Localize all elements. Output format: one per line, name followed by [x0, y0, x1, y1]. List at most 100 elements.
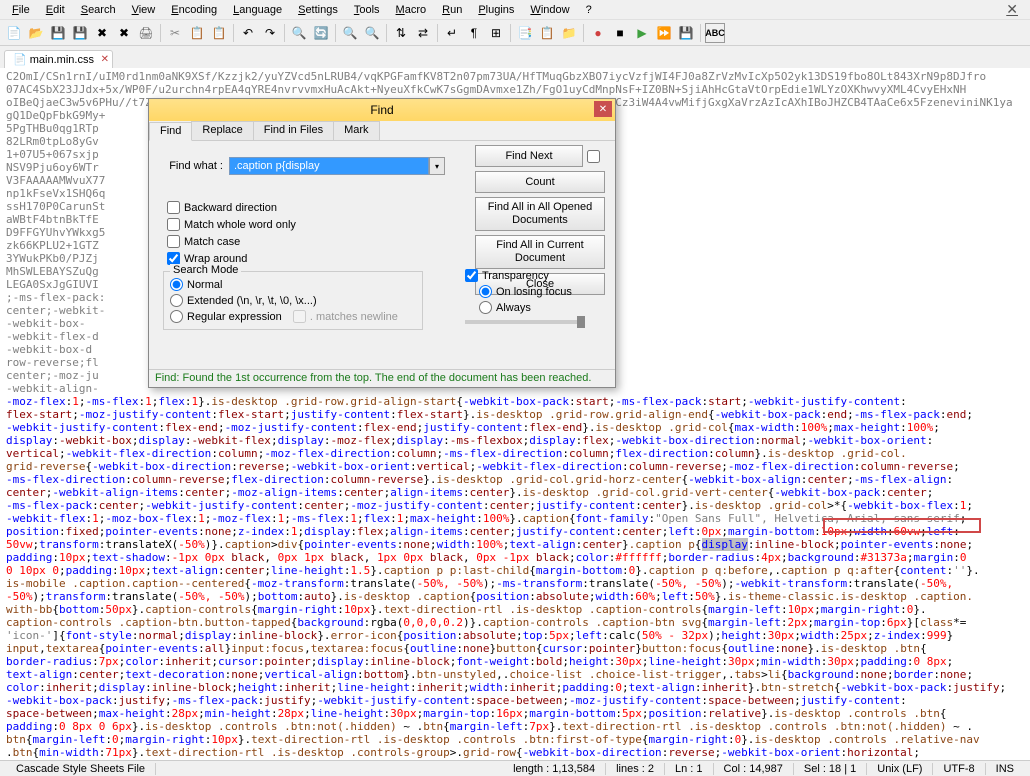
find-tab-replace[interactable]: Replace: [191, 121, 253, 140]
find-what-label: Find what :: [159, 160, 229, 172]
whole-word-checkbox[interactable]: Match whole word only: [167, 218, 296, 231]
tab-label: main.min.css: [30, 54, 94, 66]
func-list-icon[interactable]: 📋: [537, 23, 557, 43]
status-ln: Ln : 1: [665, 763, 714, 775]
paste-icon[interactable]: 📋: [209, 23, 229, 43]
code-line: -webkit-flex:1;-moz-box-flex:1;-moz-flex…: [6, 512, 1024, 525]
search-mode-regex-radio[interactable]: Regular expression . matches newline: [170, 310, 416, 323]
code-line: -webkit-box-pack:justify;-ms-flex-pack:j…: [6, 694, 1024, 707]
print-icon[interactable]: 🖨: [136, 23, 156, 43]
find-tab-find[interactable]: Find: [149, 122, 192, 141]
code-line: flex-start;-moz-justify-content:flex-sta…: [6, 408, 1024, 421]
find-all-opened-button[interactable]: Find All in All OpenedDocuments: [475, 197, 605, 231]
show-all-char-icon[interactable]: ¶: [464, 23, 484, 43]
menubar: File Edit Search View Encoding Language …: [0, 0, 1030, 20]
tab-main-css[interactable]: 📄 main.min.css ✕: [4, 50, 113, 68]
search-mode-normal-radio[interactable]: Normal: [170, 278, 416, 291]
code-line: -moz-flex:1;-ms-flex:1;flex:1}.is-deskto…: [6, 395, 1024, 408]
find-direction-checkbox[interactable]: [587, 150, 600, 163]
status-ins[interactable]: INS: [986, 763, 1024, 775]
count-button[interactable]: Count: [475, 171, 605, 193]
save-icon[interactable]: 💾: [48, 23, 68, 43]
transparency-group: Transparency On losing focus Always: [465, 269, 605, 324]
close-file-icon[interactable]: ✖: [92, 23, 112, 43]
status-lines: lines : 2: [606, 763, 665, 775]
menu-search[interactable]: Search: [73, 2, 124, 18]
find-tab-mark[interactable]: Mark: [333, 121, 379, 140]
code-line: 0 10px 0;padding:10px;text-align:center;…: [6, 564, 1024, 577]
find-tab-findinfiles[interactable]: Find in Files: [253, 121, 334, 140]
tab-close-icon[interactable]: ✕: [101, 54, 109, 65]
code-line: C2OmI/CSn1rnI/uIM0rd1nm0aNK9XSf/Kzzjk2/y…: [6, 70, 1024, 83]
copy-icon[interactable]: 📋: [187, 23, 207, 43]
close-app-icon[interactable]: ✕: [998, 0, 1026, 20]
code-line: 07AC4SbX23JJdx+5x/WP0F/u2urchn4rpEA4qYRE…: [6, 83, 1024, 96]
menu-help[interactable]: ?: [578, 2, 600, 18]
code-line: -50%);transform:translate(-50%, -50%);bo…: [6, 590, 1024, 603]
search-mode-label: Search Mode: [170, 264, 241, 276]
replace-icon[interactable]: 🔄: [311, 23, 331, 43]
find-status-message: Find: Found the 1st occurrence from the …: [149, 369, 615, 387]
menu-settings[interactable]: Settings: [290, 2, 346, 18]
code-line: 'icon-']{font-style:normal;display:inlin…: [6, 629, 1024, 642]
redo-icon[interactable]: ↷: [260, 23, 280, 43]
play-multi-icon[interactable]: ⏩: [654, 23, 674, 43]
indent-guide-icon[interactable]: ⊞: [486, 23, 506, 43]
spellcheck-icon[interactable]: ABC: [705, 23, 725, 43]
code-line: padding:10px;text-shadow:-1px 0px black,…: [6, 551, 1024, 564]
find-all-current-button[interactable]: Find All in CurrentDocument: [475, 235, 605, 269]
status-filetype: Cascade Style Sheets File: [6, 763, 156, 775]
code-line: -webkit-justify-content:flex-end;-moz-ju…: [6, 421, 1024, 434]
menu-language[interactable]: Language: [225, 2, 290, 18]
wordwrap-icon[interactable]: ↵: [442, 23, 462, 43]
menu-view[interactable]: View: [124, 2, 164, 18]
sync-v-icon[interactable]: ⇅: [391, 23, 411, 43]
find-next-button[interactable]: Find Next: [475, 145, 583, 167]
stop-macro-icon[interactable]: ■: [610, 23, 630, 43]
zoom-out-icon[interactable]: 🔍: [362, 23, 382, 43]
transparency-slider[interactable]: [465, 320, 585, 324]
find-tabs: Find Replace Find in Files Mark: [149, 121, 615, 141]
menu-plugins[interactable]: Plugins: [470, 2, 522, 18]
code-line: center;-webkit-align-items:center;-moz-a…: [6, 486, 1024, 499]
new-file-icon[interactable]: 📄: [4, 23, 24, 43]
cut-icon[interactable]: ✂: [165, 23, 185, 43]
find-what-input[interactable]: [229, 157, 429, 175]
folder-icon[interactable]: 📁: [559, 23, 579, 43]
find-combo-arrow-icon[interactable]: ▾: [429, 157, 445, 175]
code-line: position:fixed;pointer-events:none;z-ind…: [6, 525, 1024, 538]
backward-checkbox[interactable]: Backward direction: [167, 201, 296, 214]
menu-encoding[interactable]: Encoding: [163, 2, 225, 18]
status-eol[interactable]: Unix (LF): [867, 763, 933, 775]
status-encoding[interactable]: UTF-8: [933, 763, 985, 775]
menu-file[interactable]: File: [4, 2, 38, 18]
open-file-icon[interactable]: 📂: [26, 23, 46, 43]
undo-icon[interactable]: ↶: [238, 23, 258, 43]
search-mode-extended-radio[interactable]: Extended (\n, \r, \t, \0, \x...): [170, 294, 416, 307]
code-line: grid-reverse{-webkit-box-direction:rever…: [6, 460, 1024, 473]
on-losing-focus-radio[interactable]: On losing focus: [479, 285, 605, 298]
find-dialog-title: Find ✕: [149, 99, 615, 121]
play-macro-icon[interactable]: ▶: [632, 23, 652, 43]
always-radio[interactable]: Always: [479, 301, 605, 314]
find-icon[interactable]: 🔍: [289, 23, 309, 43]
transparency-checkbox[interactable]: Transparency: [465, 269, 605, 282]
save-macro-icon[interactable]: 💾: [676, 23, 696, 43]
sync-h-icon[interactable]: ⇄: [413, 23, 433, 43]
menu-window[interactable]: Window: [522, 2, 577, 18]
tab-bar: 📄 main.min.css ✕: [0, 46, 1030, 68]
code-line: -ms-flex-direction:column-reverse;flex-d…: [6, 473, 1024, 486]
find-close-icon[interactable]: ✕: [594, 101, 612, 117]
match-case-checkbox[interactable]: Match case: [167, 235, 296, 248]
menu-run[interactable]: Run: [434, 2, 470, 18]
close-all-icon[interactable]: ✖: [114, 23, 134, 43]
menu-macro[interactable]: Macro: [388, 2, 435, 18]
save-all-icon[interactable]: 💾: [70, 23, 90, 43]
menu-edit[interactable]: Edit: [38, 2, 73, 18]
code-line: with-bb{bottom:50px}.caption-controls{ma…: [6, 603, 1024, 616]
record-macro-icon[interactable]: ●: [588, 23, 608, 43]
menu-tools[interactable]: Tools: [346, 2, 388, 18]
code-line: padding:0 8px 0 6px}.is-desktop .control…: [6, 720, 1024, 733]
doc-map-icon[interactable]: 📑: [515, 23, 535, 43]
zoom-in-icon[interactable]: 🔍: [340, 23, 360, 43]
